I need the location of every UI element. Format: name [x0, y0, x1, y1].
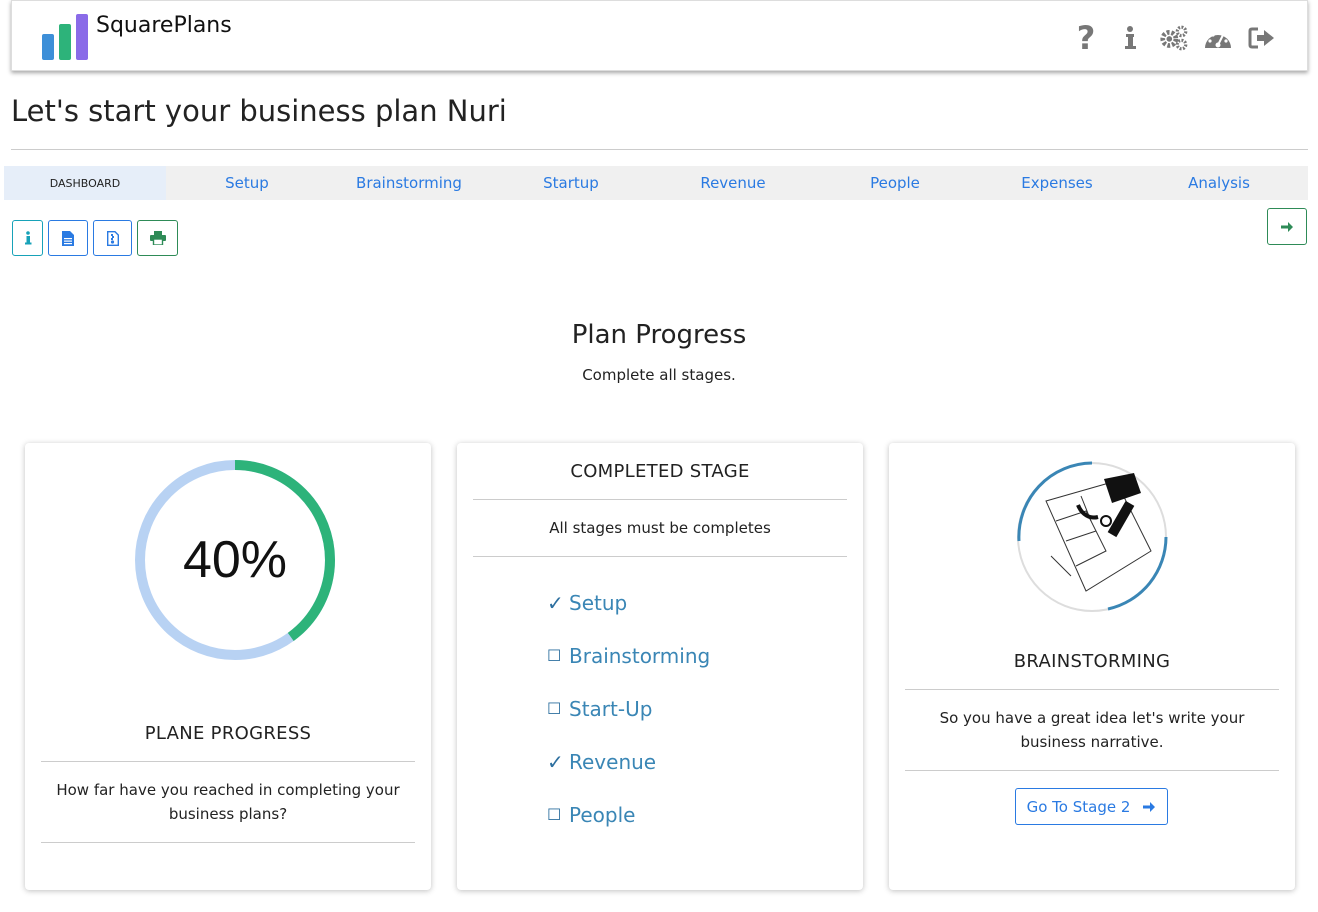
go-to-stage-label: Go To Stage 2: [1026, 797, 1131, 816]
logo-icon: [42, 14, 88, 60]
stage-tabs: DASHBOARD Setup Brainstorming Startup Re…: [4, 166, 1308, 200]
tab-startup[interactable]: Startup: [490, 166, 652, 200]
stage-item: ✓ Revenue: [547, 735, 710, 788]
go-to-stage-button[interactable]: Go To Stage 2: [1015, 788, 1168, 825]
stage-label: Revenue: [569, 749, 657, 774]
pdf-button[interactable]: [93, 220, 132, 256]
arrow-right-icon: [1281, 221, 1293, 232]
svg-text:?: ?: [1077, 22, 1096, 54]
completed-stage-card: COMPLETED STAGE All stages must be compl…: [457, 443, 863, 890]
tab-dashboard[interactable]: DASHBOARD: [4, 166, 166, 200]
divider: [905, 770, 1279, 771]
brainstorming-illustration: [1017, 461, 1168, 612]
logout-icon[interactable]: [1247, 21, 1277, 55]
section-subtitle: Complete all stages.: [582, 366, 736, 384]
tab-people[interactable]: People: [814, 166, 976, 200]
divider: [473, 556, 847, 557]
next-button[interactable]: [1267, 208, 1307, 245]
stage-label: Start-Up: [569, 696, 653, 721]
tab-setup[interactable]: Setup: [166, 166, 328, 200]
page-title: Let's start your business plan Nuri: [11, 94, 507, 128]
top-navbar: SquarePlans ?: [11, 0, 1308, 71]
divider: [41, 842, 415, 843]
document-button[interactable]: [48, 220, 88, 256]
info-icon[interactable]: [1115, 21, 1145, 55]
settings-icon[interactable]: [1159, 21, 1189, 55]
progress-percent: 40%: [182, 531, 288, 589]
card-description: All stages must be completes: [549, 519, 771, 537]
progress-card: 40% PLANE PROGRESS How far have you reac…: [25, 443, 431, 890]
card-title: PLANE PROGRESS: [144, 723, 312, 744]
document-icon: [62, 230, 74, 246]
checkbox-icon: ☐: [547, 646, 562, 665]
checkmark-icon: ✓: [547, 590, 564, 615]
card-title: COMPLETED STAGE: [570, 461, 750, 482]
stage-item: ☐ Brainstorming: [547, 629, 710, 682]
brand-name[interactable]: SquarePlans: [96, 13, 232, 38]
card-description: How far have you reached in completing y…: [56, 781, 400, 823]
info-icon: [24, 231, 31, 245]
section-title: Plan Progress: [571, 320, 747, 350]
checkmark-icon: ✓: [547, 749, 564, 774]
tab-brainstorming[interactable]: Brainstorming: [328, 166, 490, 200]
progress-donut: 40%: [130, 455, 340, 665]
divider: [41, 761, 415, 762]
print-button[interactable]: [137, 220, 178, 256]
info-button[interactable]: [12, 220, 43, 256]
arrow-right-icon: [1143, 801, 1156, 812]
divider: [905, 689, 1279, 690]
tab-analysis[interactable]: Analysis: [1138, 166, 1300, 200]
pdf-icon: [106, 230, 119, 246]
next-stage-card: BRAINSTORMING So you have a great idea l…: [889, 443, 1295, 890]
stage-label: Brainstorming: [569, 643, 711, 668]
checkbox-icon: ☐: [547, 805, 562, 824]
checkbox-icon: ☐: [547, 699, 562, 718]
divider: [473, 499, 847, 500]
card-description: So you have a great idea let's write you…: [939, 709, 1245, 751]
tab-revenue[interactable]: Revenue: [652, 166, 814, 200]
dashboard-icon[interactable]: [1203, 21, 1233, 55]
card-title: BRAINSTORMING: [1013, 651, 1171, 672]
stage-item: ☐ People: [547, 788, 710, 841]
tab-expenses[interactable]: Expenses: [976, 166, 1138, 200]
help-icon[interactable]: ?: [1071, 21, 1101, 55]
stage-label: People: [569, 802, 636, 827]
stage-list: ✓ Setup ☐ Brainstorming ☐ Start-Up ✓ Revenue ☐ Pe…: [547, 576, 710, 841]
stage-item: ✓ Setup: [547, 576, 710, 629]
divider: [11, 149, 1308, 150]
stage-label: Setup: [569, 590, 628, 615]
stage-item: ☐ Start-Up: [547, 682, 710, 735]
print-icon: [149, 231, 166, 245]
